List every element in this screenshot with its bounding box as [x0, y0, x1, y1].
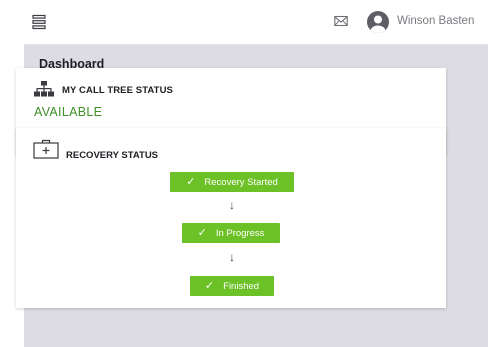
user-avatar-icon[interactable] — [366, 10, 390, 34]
check-icon: ✓ — [186, 176, 196, 188]
app-window: Winson Basten Dashboard MY CALL TREE STA… — [0, 0, 488, 347]
call-tree-card-title: MY CALL TREE STATUS — [62, 85, 173, 96]
hamburger-menu-icon[interactable] — [32, 14, 46, 30]
recovery-card-title: RECOVERY STATUS — [66, 150, 159, 161]
step-recovery-started[interactable]: ✓ Recovery Started — [170, 172, 294, 192]
step-label: In Progress — [215, 228, 265, 239]
call-tree-status-value: AVAILABLE — [34, 105, 103, 119]
recovery-status-card: RECOVERY STATUS ✓ Recovery Started ↓ ✓ In … — [16, 128, 446, 308]
step-in-progress[interactable]: ✓ In Progress — [182, 223, 280, 243]
check-icon: ✓ — [204, 280, 215, 292]
envelope-icon[interactable] — [334, 14, 348, 28]
top-bar: Winson Basten — [24, 0, 488, 45]
user-name[interactable]: Winson Basten — [397, 15, 474, 27]
step-label: Recovery Started — [204, 177, 278, 188]
org-chart-icon — [34, 81, 54, 98]
arrow-down-icon: ↓ — [229, 198, 235, 212]
step-finished[interactable]: ✓ Finished — [190, 276, 274, 296]
first-aid-kit-icon — [33, 139, 59, 159]
step-label: Finished — [223, 281, 260, 292]
arrow-down-icon: ↓ — [229, 250, 235, 264]
check-icon: ✓ — [197, 227, 207, 239]
